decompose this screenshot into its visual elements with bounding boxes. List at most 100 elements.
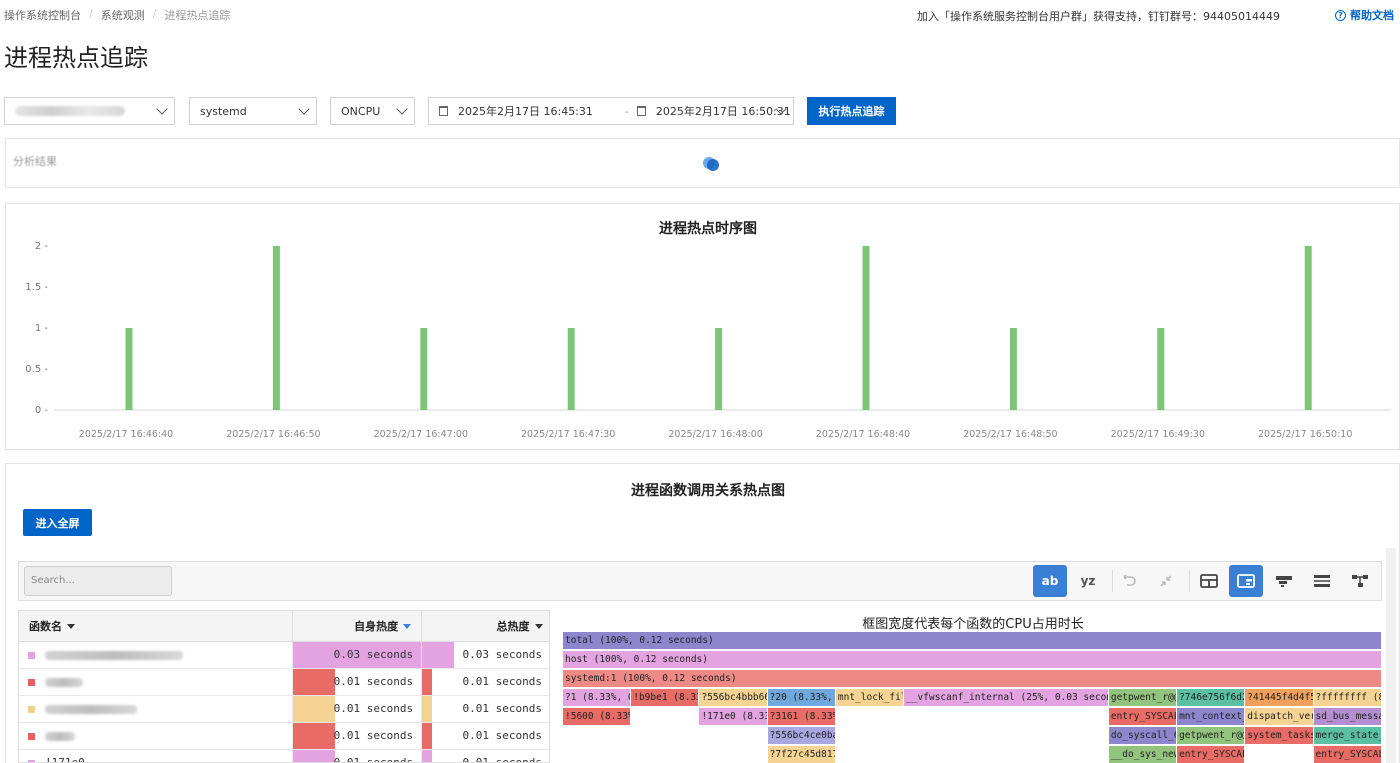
- flame-frame[interactable]: ?1 (8.33%, 0: [563, 689, 632, 707]
- flame-frame[interactable]: dispatch_ver: [1245, 708, 1314, 726]
- mode-select-value: ONCPU: [341, 104, 381, 118]
- function-name-redacted: [45, 704, 137, 714]
- flame-view-icon[interactable]: [1267, 565, 1301, 597]
- bar[interactable]: [420, 328, 428, 410]
- chevron-down-icon: [156, 103, 168, 115]
- flame-frame[interactable]: mnt_context_: [1177, 708, 1246, 726]
- search-input[interactable]: Search...: [24, 566, 172, 596]
- bar[interactable]: [272, 246, 280, 410]
- graph-view-icon[interactable]: [1343, 565, 1377, 597]
- breadcrumb-item-current: 进程热点追踪: [164, 9, 231, 22]
- calendar-icon: [439, 106, 448, 116]
- table-row[interactable]: 0.01 seconds 0.01 seconds: [19, 722, 549, 750]
- start-time-value[interactable]: 2025年2月17日 16:45:31: [458, 103, 593, 119]
- bar[interactable]: [567, 328, 575, 410]
- flame-frame[interactable]: ?ffffffff (8: [1313, 689, 1382, 707]
- flame-frame[interactable]: ?556bc4bbb66: [699, 689, 768, 707]
- undo-icon[interactable]: [1113, 565, 1147, 597]
- x-tick-label: 2025/2/17 16:48:00: [668, 429, 762, 440]
- flame-frame[interactable]: ?556bc4ce0ba: [767, 727, 836, 745]
- flame-frame[interactable]: !171e0 (8.33: [699, 708, 768, 726]
- run-hotspot-trace-button[interactable]: 执行热点追踪: [807, 97, 896, 125]
- flame-frame[interactable]: entry_SYSCAL: [1177, 746, 1246, 763]
- sandwich-text-icon[interactable]: ab: [1033, 565, 1067, 597]
- process-select-value: systemd: [200, 104, 247, 118]
- flame-frame[interactable]: sd_bus_messa: [1313, 708, 1382, 726]
- table-view-icon[interactable]: [1192, 565, 1226, 597]
- flame-frame[interactable]: __do_sys_new: [1108, 746, 1178, 763]
- bar[interactable]: [1304, 246, 1312, 410]
- help-docs-label: 帮助文档: [1350, 9, 1394, 22]
- flame-frame[interactable]: systemd:1 (100%, 0.12 seconds): [563, 670, 1382, 688]
- flame-frame[interactable]: entry_SYSCAL: [1313, 746, 1382, 763]
- table-row[interactable]: 0.01 seconds 0.01 seconds: [19, 668, 549, 696]
- flame-frame[interactable]: entry_SYSCAL: [1108, 708, 1178, 726]
- sort-icon[interactable]: yz: [1071, 565, 1105, 597]
- both-view-icon[interactable]: [1305, 565, 1339, 597]
- collapse-icon[interactable]: [1149, 565, 1183, 597]
- column-header-total[interactable]: 总热度: [421, 611, 549, 642]
- instance-select[interactable]: [4, 97, 175, 125]
- process-select[interactable]: systemd: [189, 97, 317, 125]
- flame-frame[interactable]: do_syscall_6: [1108, 727, 1178, 745]
- flame-frame[interactable]: system_tasks: [1245, 727, 1314, 745]
- bar[interactable]: [1157, 328, 1165, 410]
- x-tick-label: 2025/2/17 16:50:10: [1258, 429, 1352, 440]
- flame-frame[interactable]: ?20 (8.33%,: [767, 689, 836, 707]
- bar[interactable]: [862, 246, 870, 410]
- flame-frame[interactable]: getpwent_r@@: [1108, 689, 1178, 707]
- total-heat-cell: 0.03 seconds: [421, 641, 549, 669]
- sort-arrow-icon: [403, 624, 412, 630]
- ab-icon-label: ab: [1041, 574, 1059, 588]
- function-name-cell: [19, 641, 294, 669]
- flame-frame[interactable]: !5600 (8.33%: [563, 708, 632, 726]
- table-row[interactable]: 0.01 seconds 0.01 seconds: [19, 695, 549, 723]
- fullscreen-button[interactable]: 进入全屏: [23, 509, 92, 536]
- self-heat-cell: 0.01 seconds: [292, 749, 423, 762]
- bar[interactable]: [715, 328, 723, 410]
- flame-frame[interactable]: ?746e756f6d2: [1177, 689, 1246, 707]
- table-row[interactable]: !171e0 0.01 seconds 0.01 seconds: [19, 749, 549, 762]
- table-flame-view-icon[interactable]: [1229, 565, 1263, 597]
- bar[interactable]: [1009, 328, 1017, 410]
- breadcrumb-item-console[interactable]: 操作系统控制台: [4, 7, 81, 23]
- scrollbar[interactable]: [1386, 548, 1396, 763]
- chevron-down-icon: [298, 103, 310, 115]
- total-heat-value: 0.01 seconds: [462, 675, 542, 688]
- total-heat-value: 0.01 seconds: [462, 729, 542, 742]
- flame-frame[interactable]: __vfwscanf_internal (25%, 0.03 seconds): [904, 689, 1109, 707]
- self-heat-cell: 0.01 seconds: [292, 668, 423, 696]
- time-range-picker[interactable]: 2025年2月17日 16:45:31 - 2025年2月17日 16:50:3…: [428, 97, 794, 125]
- total-heat-cell: 0.01 seconds: [421, 749, 549, 762]
- y-tick-label: 0.5 -: [25, 364, 48, 375]
- table-row[interactable]: 0.03 seconds 0.03 seconds: [19, 641, 549, 669]
- self-heat-bar: [293, 695, 336, 722]
- y-tick-label: 2 -: [35, 241, 49, 252]
- mode-select[interactable]: ONCPU: [330, 97, 415, 125]
- flame-frame[interactable]: getpwent_r@@: [1177, 727, 1246, 745]
- breadcrumb-item-observation[interactable]: 系统观测: [101, 7, 145, 23]
- flame-frame[interactable]: merge_state_: [1313, 727, 1382, 745]
- help-docs-link[interactable]: ? 帮助文档: [1335, 7, 1394, 23]
- flame-frame[interactable]: ?3161 (8.33%: [767, 708, 836, 726]
- column-header-label: 自身热度: [354, 619, 399, 633]
- instance-value-redacted: [15, 106, 125, 116]
- flame-frame[interactable]: ?41445f4d4f5: [1245, 689, 1314, 707]
- end-time-value[interactable]: 2025年2月17日 16:50:31: [656, 103, 791, 119]
- column-header-self[interactable]: 自身热度: [292, 611, 423, 642]
- flame-frame[interactable]: mnt_lock_fil: [835, 689, 905, 707]
- bar[interactable]: [125, 328, 133, 410]
- x-tick-label: 2025/2/17 16:47:00: [374, 429, 468, 440]
- total-heat-bar: [422, 641, 455, 668]
- flame-frame[interactable]: host (100%, 0.12 seconds): [563, 651, 1382, 669]
- column-header-function-name[interactable]: 函数名: [19, 611, 294, 642]
- color-swatch: [28, 759, 35, 762]
- flame-frame[interactable]: !b9be1 (8.33: [631, 689, 700, 707]
- flame-frame[interactable]: ?7f27c45d817: [767, 746, 836, 763]
- timeline-chart-panel: 进程热点时序图 0 -0.5 -1 -1.5 -2 -2025/2/17 16:…: [5, 203, 1400, 450]
- self-heat-cell: 0.01 seconds: [292, 722, 423, 750]
- chevron-down-icon: [396, 103, 408, 115]
- self-heat-value: 0.01 seconds: [333, 702, 414, 715]
- total-heat-bar: [422, 749, 433, 762]
- flame-frame[interactable]: total (100%, 0.12 seconds): [563, 632, 1382, 650]
